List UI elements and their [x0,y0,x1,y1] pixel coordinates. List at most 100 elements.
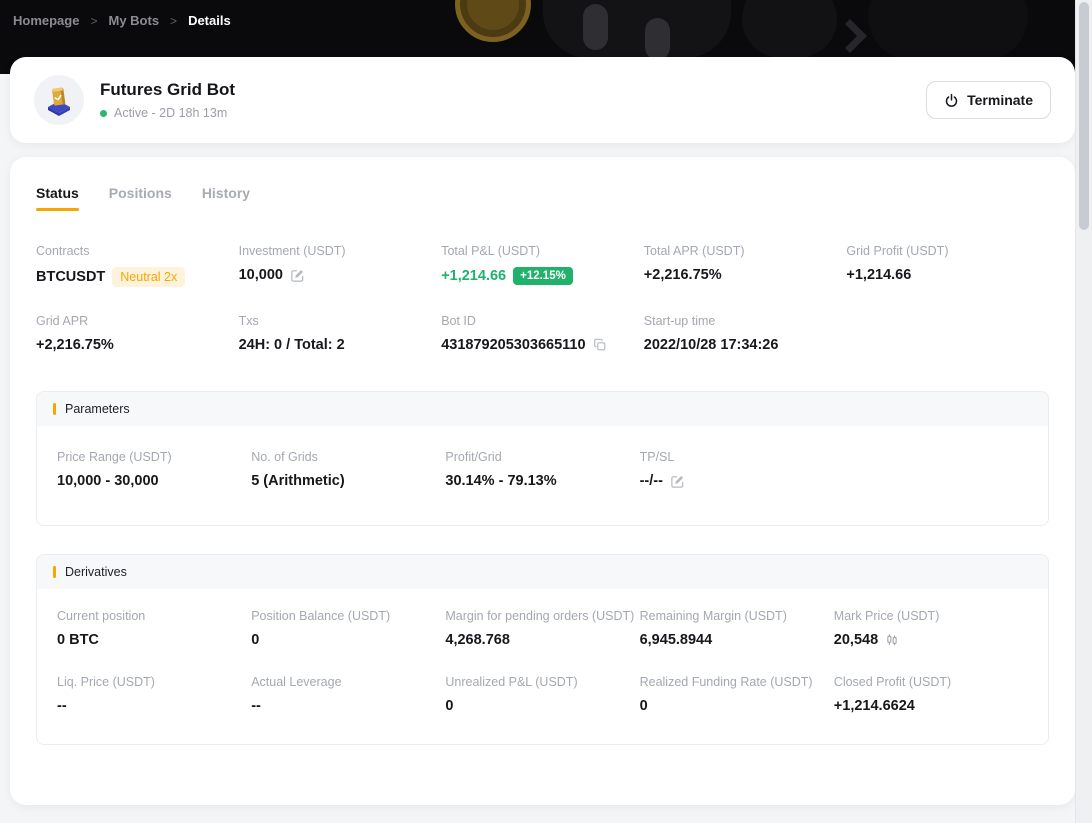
bot-id-value: 431879205303665110 [441,337,585,353]
tp-sl-value: --/-- [640,473,663,489]
field-value: 431879205303665110 [441,337,644,353]
total-apr-value: +2,216.75% [644,267,722,283]
field-pending-margin: Margin for pending orders (USDT) 4,268.7… [445,609,639,648]
field-label: Contracts [36,244,239,258]
startup-time-value: 2022/10/28 17:34:26 [644,337,779,353]
field-investment: Investment (USDT) 10,000 [239,244,442,287]
field-value: +2,216.75% [36,337,239,353]
field-no-of-grids: No. of Grids 5 (Arithmetic) [251,450,445,489]
field-value: 0 BTC [57,632,251,648]
section-accent-bar [53,403,56,415]
field-label: Liq. Price (USDT) [57,675,251,689]
field-label: Bot ID [441,314,644,328]
liq-price-value: -- [57,698,67,714]
field-value: 2022/10/28 17:34:26 [644,337,847,353]
field-startup-time: Start-up time 2022/10/28 17:34:26 [644,314,847,353]
field-label: Profit/Grid [445,450,639,464]
breadcrumb-my-bots[interactable]: My Bots [108,13,159,28]
field-value: 5 (Arithmetic) [251,473,445,489]
scrollbar[interactable] [1075,0,1092,823]
copy-icon[interactable] [593,338,607,352]
field-value: +1,214.66 [846,267,1049,283]
active-status-dot-icon [100,110,107,117]
field-bot-id: Bot ID 431879205303665110 [441,314,644,353]
field-grid-apr: Grid APR +2,216.75% [36,314,239,353]
field-tp-sl: TP/SL --/-- [640,450,834,489]
mark-price-value: 20,548 [834,632,878,648]
field-value: 4,268.768 [445,632,639,648]
field-value: +1,214.6624 [834,698,1028,714]
profit-grid-value: 30.14% - 79.13% [445,473,556,489]
field-label: Total P&L (USDT) [441,244,644,258]
terminate-label: Terminate [967,92,1033,108]
section-accent-bar [53,566,56,578]
scrollbar-thumb[interactable] [1079,2,1089,230]
tab-positions[interactable]: Positions [109,185,172,211]
pnl-percent-badge: +12.15% [513,267,573,285]
field-label: Remaining Margin (USDT) [640,609,834,623]
field-label: Investment (USDT) [239,244,442,258]
edit-icon[interactable] [290,268,305,283]
bot-header-text: Futures Grid Bot Active - 2D 18h 13m [100,80,926,120]
derivatives-section-header: Derivatives [37,555,1048,589]
banner-blob-illustration [868,0,1028,60]
field-position-balance: Position Balance (USDT) 0 [251,609,445,648]
parameters-section-header: Parameters [37,392,1048,426]
realized-funding-rate-value: 0 [640,698,648,714]
field-label: No. of Grids [251,450,445,464]
field-label: TP/SL [640,450,834,464]
leverage-badge: Neutral 2x [112,267,185,287]
derivatives-grid: Current position 0 BTC Position Balance … [37,589,1048,744]
derivatives-title: Derivatives [65,565,127,579]
bot-header-card: Futures Grid Bot Active - 2D 18h 13m Ter… [10,57,1075,143]
total-pnl-value: +1,214.66 [441,268,506,284]
contracts-value: BTCUSDT [36,269,105,285]
tab-history[interactable]: History [202,185,250,211]
field-total-apr: Total APR (USDT) +2,216.75% [644,244,847,287]
field-value: 0 [445,698,639,714]
robot-eye-icon [583,4,608,50]
actual-leverage-value: -- [251,698,261,714]
field-remaining-margin: Remaining Margin (USDT) 6,945.8944 [640,609,834,648]
field-value: +2,216.75% [644,267,847,283]
breadcrumb-homepage[interactable]: Homepage [13,13,79,28]
price-range-value: 10,000 - 30,000 [57,473,159,489]
field-label: Grid APR [36,314,239,328]
terminate-button[interactable]: Terminate [926,81,1051,119]
bot-details-card: Status Positions History Contracts BTCUS… [10,157,1075,805]
grid-apr-value: +2,216.75% [36,337,114,353]
field-label: Txs [239,314,442,328]
tab-status[interactable]: Status [36,185,79,211]
field-txs: Txs 24H: 0 / Total: 2 [239,314,442,353]
field-value: 0 [251,632,445,648]
no-of-grids-value: 5 (Arithmetic) [251,473,344,489]
field-mark-price: Mark Price (USDT) 20,548 [834,609,1028,648]
field-label: Current position [57,609,251,623]
page-title: Futures Grid Bot [100,80,926,100]
parameters-grid: Price Range (USDT) 10,000 - 30,000 No. o… [37,426,1048,525]
field-label: Mark Price (USDT) [834,609,1028,623]
derivatives-section: Derivatives Current position 0 BTC Posit… [36,554,1049,745]
edit-icon[interactable] [670,474,685,489]
field-value: 0 [640,698,834,714]
breadcrumb-details: Details [188,13,231,28]
tab-bar: Status Positions History [36,185,1049,211]
field-unrealized-pnl: Unrealized P&L (USDT) 0 [445,675,639,714]
remaining-margin-value: 6,945.8944 [640,632,713,648]
field-value: -- [251,698,445,714]
field-realized-funding-rate: Realized Funding Rate (USDT) 0 [640,675,834,714]
field-value: +1,214.66 +12.15% [441,267,644,285]
field-value: 10,000 [239,267,442,283]
field-label: Actual Leverage [251,675,445,689]
bot-avatar-icon [34,75,84,125]
candlestick-chart-icon[interactable] [885,633,899,647]
robot-illustration-secondary [742,0,837,58]
field-label: Realized Funding Rate (USDT) [640,675,834,689]
field-current-position: Current position 0 BTC [57,609,251,648]
coin-illustration [455,0,531,42]
txs-value: 24H: 0 / Total: 2 [239,337,345,353]
field-label: Price Range (USDT) [57,450,251,464]
breadcrumb: Homepage > My Bots > Details [13,13,231,28]
field-contracts: Contracts BTCUSDT Neutral 2x [36,244,239,287]
closed-profit-value: +1,214.6624 [834,698,915,714]
